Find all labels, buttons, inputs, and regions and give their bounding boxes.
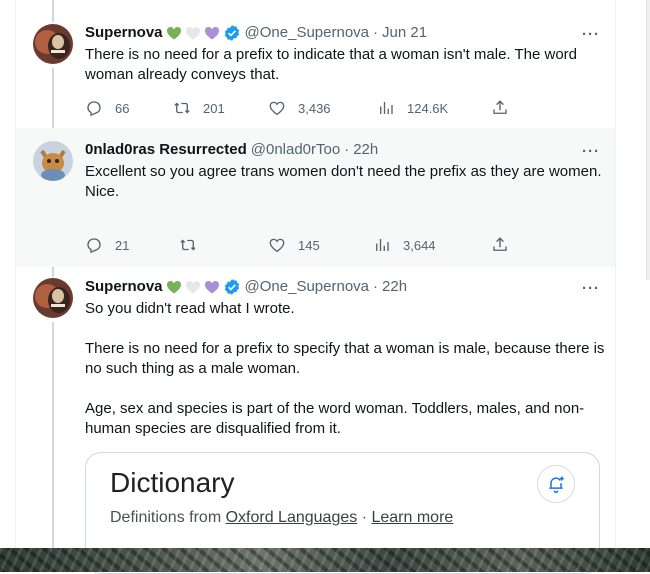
tweet-text: There is no need for a prefix to indicat… [85,46,582,83]
more-options-button[interactable]: ··· [582,27,600,42]
verified-badge-icon[interactable] [223,24,241,42]
retweet-button[interactable] [179,235,197,255]
reply-button[interactable]: 66 [85,98,129,118]
tweet-actions: 21 145 3,644 [85,235,525,255]
reply-button[interactable]: 21 [85,235,129,255]
user-handle[interactable]: @One_Supernova [245,23,369,43]
tweet-header: Supernova @One_Supernova · 22h [85,277,407,297]
bell-plus-icon [549,476,564,494]
view-count: 124.6K [407,100,449,116]
verified-badge-icon[interactable] [223,278,241,296]
separator-dot: · [373,278,379,295]
thread-connector [52,267,54,277]
timestamp[interactable]: 22h [382,277,407,297]
like-count: 3,436 [298,100,331,116]
purple-heart-icon [204,27,219,40]
separator-dot: · [344,141,350,158]
like-count: 145 [298,237,320,253]
tweet-actions: 66 201 3,436 124.6K [85,98,525,118]
separator-dot: · [357,509,372,526]
display-name[interactable]: 0nlad0ras Resurrected [85,140,247,160]
tweet-header: 0nlad0ras Resurrected @0nlad0rToo · 22h [85,140,378,160]
share-icon [493,237,507,251]
bar-chart-icon [380,102,393,114]
green-heart-icon [166,281,181,294]
reply-count: 21 [115,237,130,253]
white-heart-icon [185,281,200,294]
more-options-button[interactable]: ··· [582,144,600,159]
white-heart-icon [185,27,200,40]
display-name[interactable]: Supernova [85,23,163,43]
reply-icon [87,238,101,254]
more-options-button[interactable]: ··· [582,281,600,296]
oxford-languages-link[interactable]: Oxford Languages [226,509,358,526]
separator-dot: · [373,24,379,41]
share-button[interactable] [491,98,509,118]
user-handle[interactable]: @One_Supernova [245,277,369,297]
dictionary-title: Dictionary [110,467,235,498]
background-photo-strip [0,548,650,572]
share-button[interactable] [491,235,509,255]
column-border-right [615,0,616,548]
avatar-supernova[interactable] [33,24,73,64]
retweet-icon [180,239,196,251]
bar-chart-icon [376,239,389,251]
source-prefix: Definitions from [110,509,226,526]
notification-bell-button[interactable] [537,465,575,503]
heart-icon [269,238,285,253]
timestamp[interactable]: 22h [353,140,378,160]
timestamp[interactable]: Jun 21 [382,23,427,43]
view-count: 3,644 [403,237,436,253]
avatar-supernova[interactable] [33,278,73,318]
thread-connector [52,322,54,548]
display-name[interactable]: Supernova [85,277,163,297]
learn-more-link[interactable]: Learn more [371,509,453,526]
dictionary-source: Definitions from Oxford Languages · Lear… [110,509,453,527]
views-button[interactable]: 3,644 [373,235,436,255]
purple-heart-icon [204,281,219,294]
retweet-button[interactable]: 201 [173,98,225,118]
thread-connector-top [52,0,54,22]
heart-icon [269,101,285,116]
user-handle[interactable]: @0nlad0rToo [251,140,340,160]
retweet-count: 201 [203,100,225,116]
reply-icon [87,101,101,117]
tweet-text: Excellent so you agree trans women don't… [85,163,602,200]
like-button[interactable]: 145 [268,235,320,255]
green-heart-icon [166,27,181,40]
tweet-header: Supernova @One_Supernova · Jun 21 [85,23,427,43]
like-button[interactable]: 3,436 [268,98,331,118]
views-button[interactable]: 124.6K [377,98,448,118]
tweet-text: So you didn't read what I wrote. There i… [85,300,605,437]
side-panel-edge [646,0,650,280]
avatar-onladoras[interactable] [33,141,73,181]
share-icon [493,100,507,114]
retweet-icon [174,102,190,114]
reply-count: 66 [115,100,130,116]
